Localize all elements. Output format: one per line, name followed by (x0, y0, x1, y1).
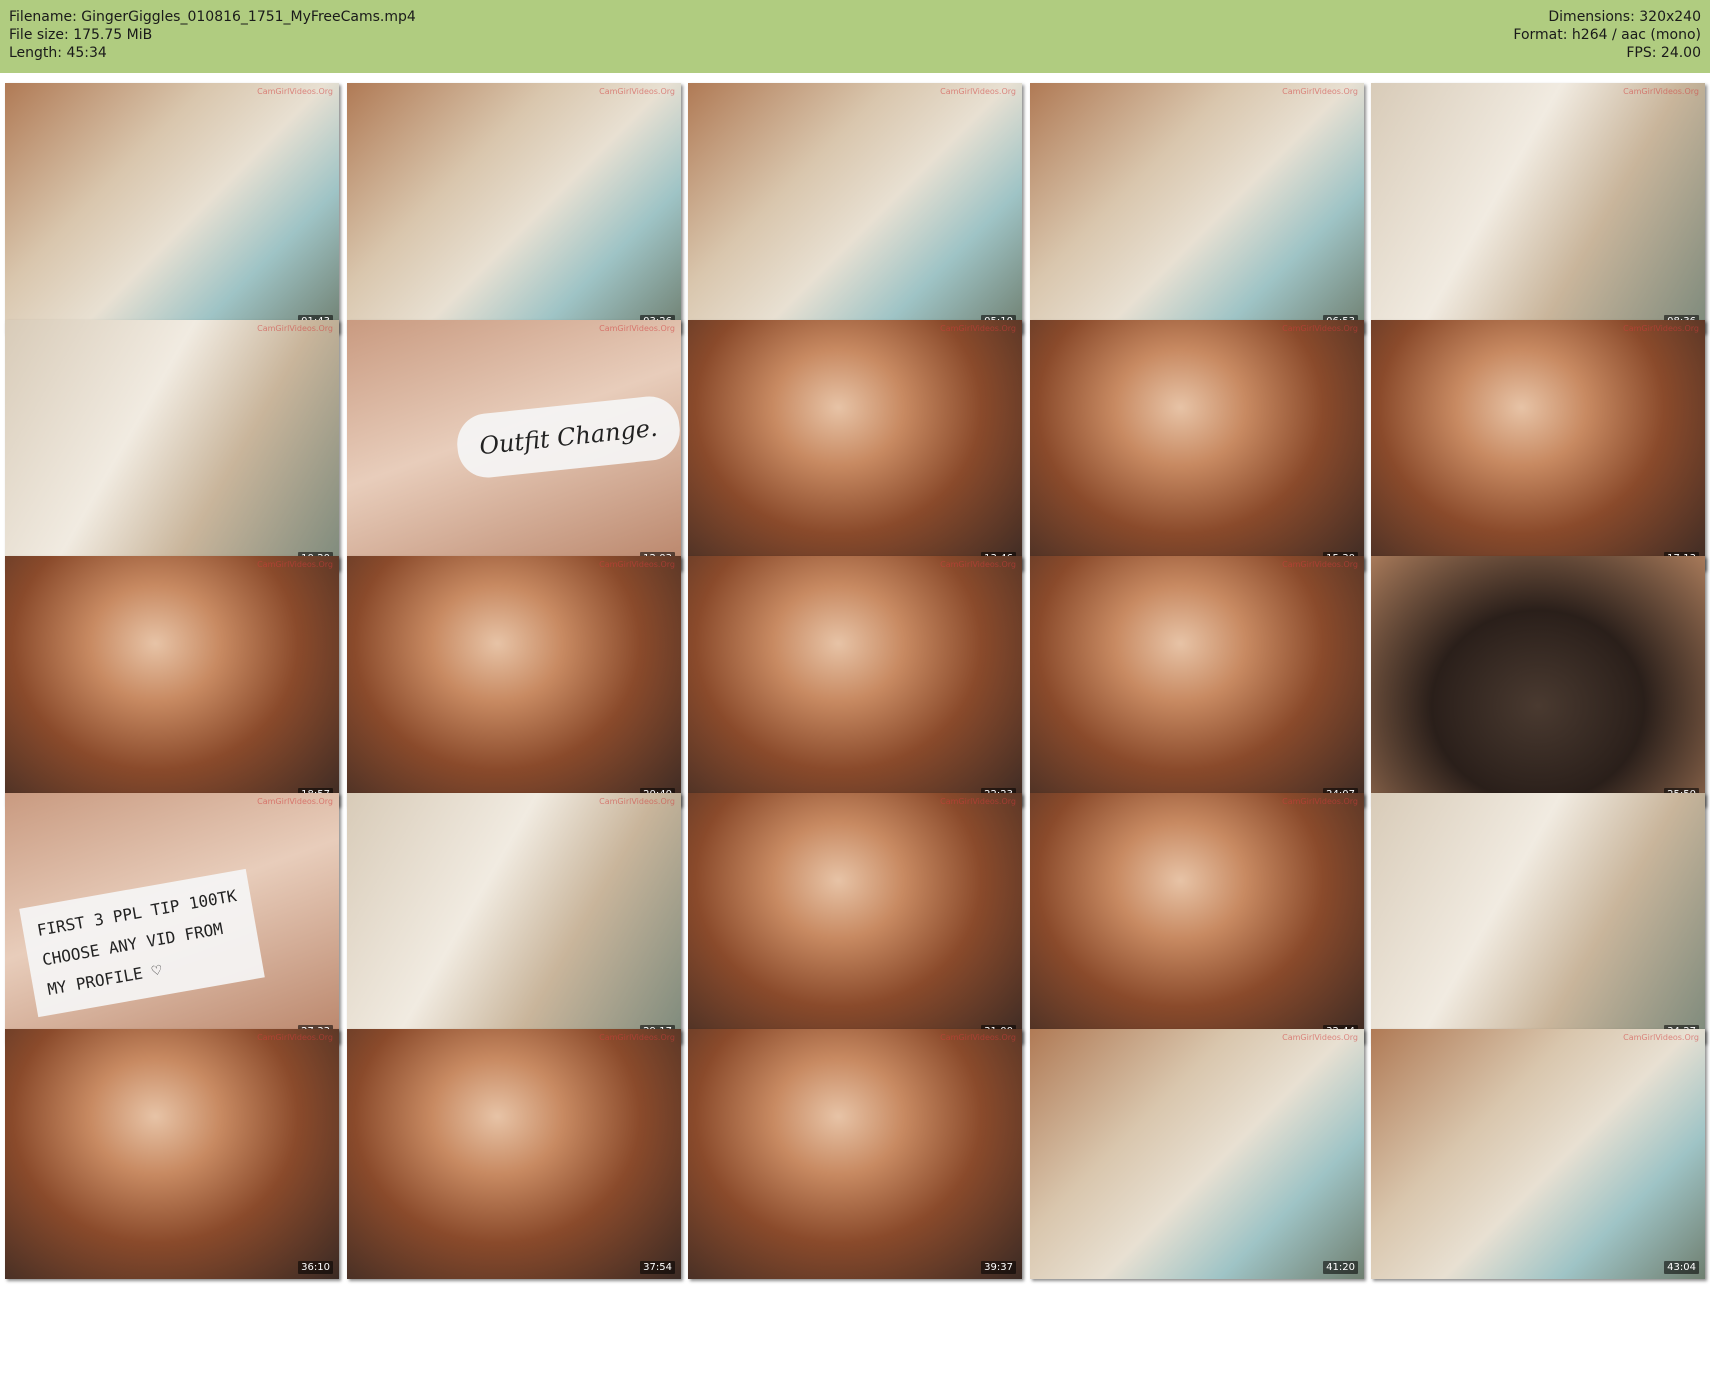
thumbnail-image (688, 793, 1022, 1043)
thumbnail: CamGirlVideos.Org20:40 (347, 556, 681, 806)
thumbnail-image (5, 1029, 339, 1279)
watermark: CamGirlVideos.Org (1623, 87, 1699, 96)
dimensions-label: Dimensions: 320x240 (1548, 9, 1701, 25)
thumbnail: CamGirlVideos.Org18:57 (5, 556, 339, 806)
watermark: CamGirlVideos.Org (599, 797, 675, 806)
watermark: CamGirlVideos.Org (1282, 1033, 1358, 1042)
thumbnail: CamGirlVideos.Org 39:37 (688, 1029, 1022, 1279)
thumbnail: CamGirlVideos.Org17:13 (1371, 320, 1705, 570)
watermark: CamGirlVideos.Org (940, 87, 1016, 96)
thumbnail: CamGirlVideos.Org32:44 (1030, 793, 1364, 1043)
thumbnail-image (5, 320, 339, 570)
timestamp-label: 37:54 (640, 1261, 675, 1274)
watermark: CamGirlVideos.Org (1282, 560, 1358, 569)
thumbnail-image (1030, 1029, 1364, 1279)
thumbnail: CamGirlVideos.Org06:53 (1030, 83, 1364, 333)
thumbnail: CamGirlVideos.Org 37:54 (347, 1029, 681, 1279)
thumbnail-image (1030, 556, 1364, 806)
watermark: CamGirlVideos.Org (940, 560, 1016, 569)
watermark: CamGirlVideos.Org (599, 87, 675, 96)
watermark: CamGirlVideos.Org (257, 1033, 333, 1042)
thumbnail: FIRST 3 PPL TIP 100TK CHOOSE ANY VID FRO… (5, 793, 339, 1043)
thumbnail-image (688, 1029, 1022, 1279)
watermark: CamGirlVideos.Org (940, 797, 1016, 806)
timestamp-label: 41:20 (1323, 1261, 1358, 1274)
thumbnail: CamGirlVideos.Org01:43 (5, 83, 339, 333)
thumbnail: 25:50 (1371, 556, 1705, 806)
thumbnail: CamGirlVideos.Org 36:10 (5, 1029, 339, 1279)
watermark: CamGirlVideos.Org (1282, 87, 1358, 96)
thumbnail: CamGirlVideos.Org03:26 (347, 83, 681, 333)
thumbnail: CamGirlVideos.Org10:20 (5, 320, 339, 570)
fps-label: FPS: 24.00 (1626, 45, 1701, 61)
thumbnail-image (688, 83, 1022, 333)
thumbnail: CamGirlVideos.Org22:23 (688, 556, 1022, 806)
thumbnail-grid: CamGirlVideos.Org01:43CamGirlVideos.Org0… (5, 83, 1705, 1368)
thumbnail: CamGirlVideos.Org 43:04 (1371, 1029, 1705, 1279)
watermark: CamGirlVideos.Org (257, 324, 333, 333)
thumbnail-image (1371, 1029, 1705, 1279)
timestamp-label: 36:10 (298, 1261, 333, 1274)
watermark: CamGirlVideos.Org (1623, 324, 1699, 333)
thumbnail-image (688, 556, 1022, 806)
timestamp-label: 43:04 (1664, 1261, 1699, 1274)
thumbnail-image (5, 83, 339, 333)
thumbnail: 34:27 (1371, 793, 1705, 1043)
thumbnail-image (1030, 83, 1364, 333)
thumbnail-image (347, 556, 681, 806)
filesize-label: File size: 175.75 MiB (9, 27, 153, 43)
watermark: CamGirlVideos.Org (599, 324, 675, 333)
thumbnail: CamGirlVideos.Org31:00 (688, 793, 1022, 1043)
thumbnail: CamGirlVideos.Org08:36 (1371, 83, 1705, 333)
watermark: CamGirlVideos.Org (599, 1033, 675, 1042)
thumbnail-image (1371, 320, 1705, 570)
watermark: CamGirlVideos.Org (940, 1033, 1016, 1042)
thumbnail-image (347, 83, 681, 333)
thumbnail-image (1030, 793, 1364, 1043)
thumbnail: CamGirlVideos.Org29:17 (347, 793, 681, 1043)
timestamp-label: 39:37 (981, 1261, 1016, 1274)
watermark: CamGirlVideos.Org (1282, 797, 1358, 806)
thumbnail-image (1371, 556, 1705, 806)
thumbnail-image (347, 1029, 681, 1279)
watermark: CamGirlVideos.Org (599, 560, 675, 569)
watermark: CamGirlVideos.Org (257, 560, 333, 569)
watermark: CamGirlVideos.Org (940, 324, 1016, 333)
thumbnail-image (688, 320, 1022, 570)
thumbnail-image (1371, 83, 1705, 333)
watermark: CamGirlVideos.Org (1282, 324, 1358, 333)
thumbnail: CamGirlVideos.Org15:30 (1030, 320, 1364, 570)
format-label: Format: h264 / aac (mono) (1513, 27, 1701, 43)
watermark: CamGirlVideos.Org (1623, 1033, 1699, 1042)
thumbnail-image (1371, 793, 1705, 1043)
thumbnail-image (1030, 320, 1364, 570)
thumbnail-image (347, 793, 681, 1043)
watermark: CamGirlVideos.Org (257, 87, 333, 96)
length-label: Length: 45:34 (9, 45, 107, 61)
thumbnail: CamGirlVideos.Org13:46 (688, 320, 1022, 570)
thumbnail-image (5, 556, 339, 806)
info-header: Filename: GingerGiggles_010816_1751_MyFr… (0, 0, 1710, 73)
thumbnail: CamGirlVideos.Org 41:20 (1030, 1029, 1364, 1279)
thumbnail: CamGirlVideos.Org05:10 (688, 83, 1022, 333)
filename-label: Filename: GingerGiggles_010816_1751_MyFr… (9, 9, 416, 25)
thumbnail: Outfit Change.CamGirlVideos.Org12:03 (347, 320, 681, 570)
thumbnail: CamGirlVideos.Org24:07 (1030, 556, 1364, 806)
watermark: CamGirlVideos.Org (257, 797, 333, 806)
